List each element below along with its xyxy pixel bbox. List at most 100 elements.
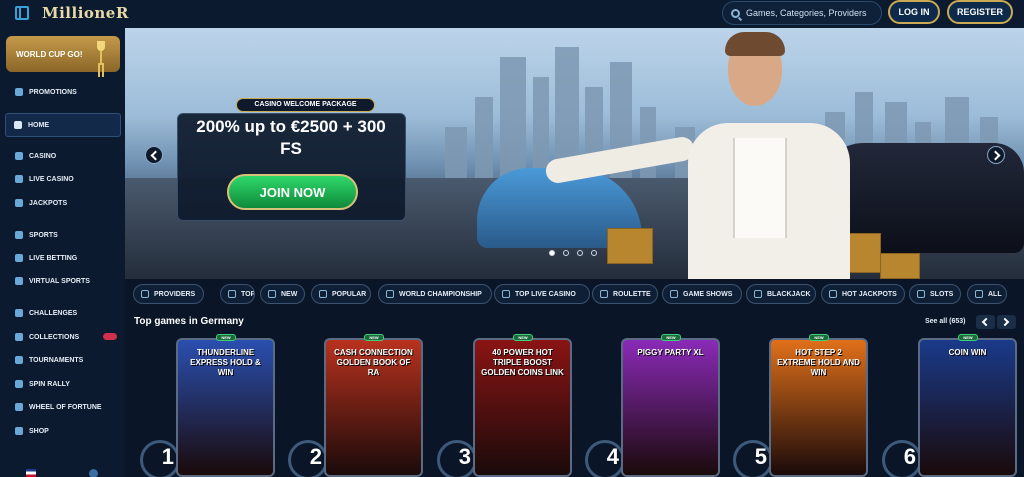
slide-dot[interactable] <box>563 250 569 256</box>
category-label: GAME SHOWS <box>683 290 733 298</box>
sidebar-item-wheel-of-fortune[interactable]: WHEEL OF FORTUNE <box>0 397 125 417</box>
category-label: TOP LIVE CASINO <box>515 290 576 298</box>
sidebar-item-tournaments[interactable]: TOURNAMENTS <box>0 350 125 370</box>
section-title: Top games in Germany <box>134 316 244 327</box>
next-page-icon[interactable] <box>997 315 1016 329</box>
category-chip-game-shows[interactable]: GAME SHOWS <box>662 284 742 304</box>
slide-dot[interactable] <box>591 250 597 256</box>
join-now-button[interactable]: JOIN NOW <box>227 174 358 210</box>
sidebar-item-label: VIRTUAL SPORTS <box>29 277 90 285</box>
sidebar-item-label: PROMOTIONS <box>29 88 77 96</box>
banner-next-arrow-icon[interactable] <box>987 146 1005 164</box>
joystick-icon <box>15 277 23 285</box>
ball-icon <box>15 231 23 239</box>
game-card[interactable]: THUNDERLINE EXPRESS HOLD & WIN <box>176 338 275 477</box>
game-card[interactable]: 40 POWER HOT TRIPLE BOOST GOLDEN COINS L… <box>473 338 572 477</box>
sidebar-item-virtual-sports[interactable]: VIRTUAL SPORTS <box>0 271 125 291</box>
sidebar-item-shop[interactable]: SHOP <box>0 421 125 441</box>
category-label: BLACKJACK <box>767 290 811 298</box>
sidebar-item-label: HOME <box>28 121 49 129</box>
category-chip-hot-jackpots[interactable]: HOT JACKPOTS <box>821 284 905 304</box>
category-chip-roulette[interactable]: ROULETTE <box>592 284 658 304</box>
top-header: MillioneR LOG IN REGISTER <box>0 0 1024 28</box>
see-all-link[interactable]: See all (653) <box>925 318 965 325</box>
category-icon <box>386 290 394 298</box>
category-chip-blackjack[interactable]: BLACKJACK <box>746 284 816 304</box>
swords-icon <box>15 309 23 317</box>
flag-icon <box>15 380 23 388</box>
world-cup-promo-button[interactable]: WORLD CUP GO! <box>6 36 120 72</box>
rank-number: 3 <box>435 436 477 477</box>
category-icon <box>141 290 149 298</box>
new-tag: NEW <box>809 334 829 341</box>
game-card[interactable]: PIGGY PARTY XL <box>621 338 720 477</box>
hero-banner[interactable]: CASINO WELCOME PACKAGE 200% up to €2500 … <box>125 28 1024 279</box>
game-card[interactable]: HOT STEP 2 EXTREME HOLD AND WIN <box>769 338 868 477</box>
spade-icon <box>15 152 23 160</box>
category-chip-world-championship[interactable]: WORLD CHAMPIONSHIP <box>378 284 492 304</box>
sidebar-item-label: SPIN RALLY <box>29 380 70 388</box>
category-icon <box>670 290 678 298</box>
rank-number: 6 <box>880 436 922 477</box>
sidebar-item-collections[interactable]: COLLECTIONS <box>0 327 125 347</box>
uk-flag-icon[interactable] <box>26 469 36 477</box>
cards-icon <box>15 333 23 341</box>
sidebar-item-casino[interactable]: CASINO <box>0 146 125 166</box>
sidebar-item-sports[interactable]: SPORTS <box>0 225 125 245</box>
sidebar-item-label: COLLECTIONS <box>29 333 80 341</box>
sidebar-item-label: TOURNAMENTS <box>29 356 84 364</box>
sidebar-item-home[interactable]: HOME <box>5 113 121 137</box>
prev-page-icon[interactable] <box>976 315 995 329</box>
sidebar-toggle-icon[interactable] <box>15 6 29 20</box>
live-icon <box>15 254 23 262</box>
new-tag: NEW <box>364 334 384 341</box>
category-chip-slots[interactable]: SLOTS <box>909 284 961 304</box>
sidebar-item-spin-rally[interactable]: SPIN RALLY <box>0 374 125 394</box>
slide-dot[interactable] <box>577 250 583 256</box>
trophy-icon <box>96 41 106 67</box>
category-icon <box>600 290 608 298</box>
sidebar-item-label: SPORTS <box>29 231 58 239</box>
coins-icon <box>15 199 23 207</box>
game-card[interactable]: COIN WIN <box>918 338 1017 477</box>
sidebar-item-label: WHEEL OF FORTUNE <box>29 403 102 411</box>
sidebar-item-jackpots[interactable]: JACKPOTS <box>0 193 125 213</box>
search-icon <box>731 8 740 18</box>
login-button[interactable]: LOG IN <box>888 0 940 24</box>
game-card[interactable]: CASH CONNECTION GOLDEN BOOK OF RA <box>324 338 423 477</box>
game-title: PIGGY PARTY XL <box>637 348 704 357</box>
sidebar-item-live-betting[interactable]: LIVE BETTING <box>0 248 125 268</box>
category-chip-all[interactable]: ALL <box>967 284 1007 304</box>
sidebar-item-challenges[interactable]: CHALLENGES <box>0 303 125 323</box>
game-title: THUNDERLINE EXPRESS HOLD & WIN <box>190 348 261 377</box>
promo-tag: CASINO WELCOME PACKAGE <box>236 98 375 112</box>
gift-box <box>880 253 920 279</box>
new-tag: NEW <box>513 334 533 341</box>
slide-dot[interactable] <box>549 250 555 256</box>
sidebar-item-promotions[interactable]: PROMOTIONS <box>0 82 125 102</box>
category-icon <box>975 290 983 298</box>
banner-prev-arrow-icon[interactable] <box>145 146 163 164</box>
category-label: SLOTS <box>930 290 954 298</box>
category-chip-providers[interactable]: PROVIDERS <box>133 284 204 304</box>
shop-icon <box>15 427 23 435</box>
category-chip-top-live-casino[interactable]: TOP LIVE CASINO <box>494 284 590 304</box>
game-title: COIN WIN <box>948 348 987 357</box>
search-bar[interactable] <box>722 1 882 25</box>
new-tag: NEW <box>216 334 236 341</box>
wheel-icon <box>15 403 23 411</box>
category-chip-new[interactable]: NEW <box>260 284 305 304</box>
register-button[interactable]: REGISTER <box>947 0 1013 24</box>
search-input[interactable] <box>746 8 876 18</box>
category-label: POPULAR <box>332 290 367 298</box>
sidebar-item-live-casino[interactable]: LIVE CASINO <box>0 169 125 189</box>
category-label: ROULETTE <box>613 290 651 298</box>
gift-box <box>607 228 653 264</box>
promo-title: 200% up to €2500 + 300 FS <box>196 117 386 158</box>
rank-number: 4 <box>583 436 625 477</box>
globe-icon[interactable] <box>89 469 98 477</box>
category-chip-top[interactable]: TOP <box>220 284 255 304</box>
category-label: HOT JACKPOTS <box>842 290 897 298</box>
site-logo[interactable]: MillioneR <box>42 4 129 22</box>
category-chip-popular[interactable]: POPULAR <box>311 284 371 304</box>
